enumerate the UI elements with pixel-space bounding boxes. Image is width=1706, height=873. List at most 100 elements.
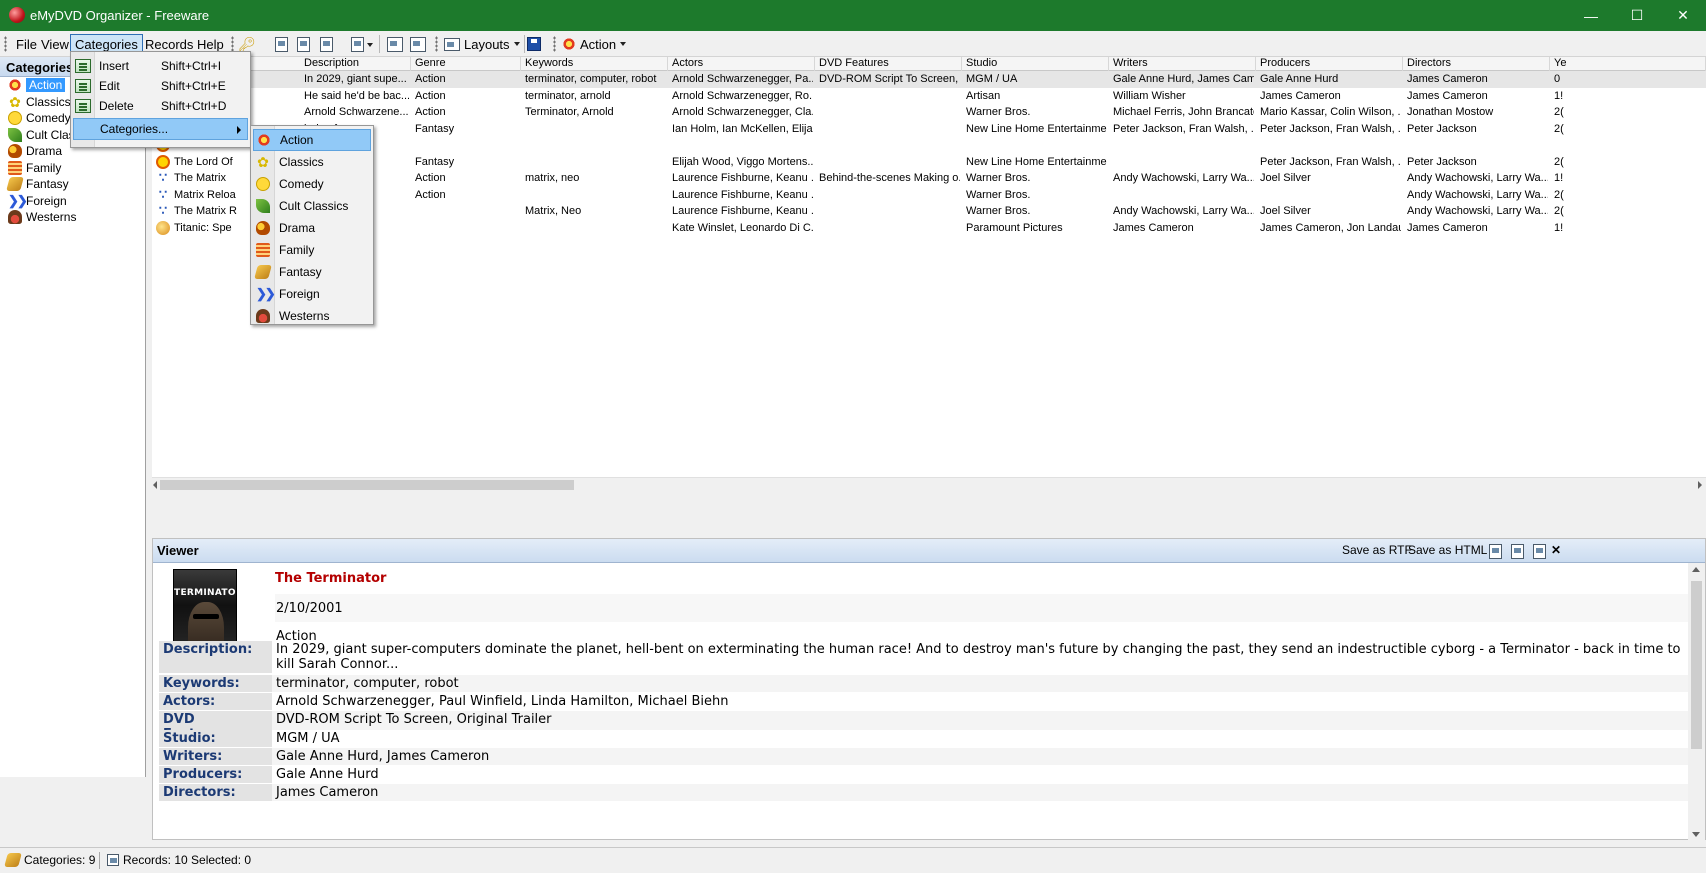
smile-icon: [256, 177, 270, 191]
column-header-producers[interactable]: Producers: [1256, 57, 1403, 71]
save-rtf-button[interactable]: Save as RTF: [1342, 543, 1412, 557]
maximize-button[interactable]: ☐: [1614, 0, 1660, 31]
save-icon[interactable]: [524, 34, 544, 54]
scroll-up-icon[interactable]: [1692, 567, 1700, 572]
submenu-item-fantasy[interactable]: Fantasy: [253, 261, 371, 283]
close-icon[interactable]: ✕: [1551, 543, 1561, 557]
print-preview-icon[interactable]: [1511, 544, 1525, 559]
cell-genre: Action: [415, 188, 446, 201]
column-header-studio[interactable]: Studio: [962, 57, 1109, 71]
menu-item-edit[interactable]: Edit Shift+Ctrl+E: [73, 75, 248, 97]
table-row[interactable]: ∵Matrix Reloaorpheus. Tri...ActionLauren…: [152, 187, 1706, 204]
scroll-down-icon[interactable]: [1692, 832, 1700, 837]
foreign-icon: ❯❯: [8, 192, 28, 208]
cell-keywords: terminator, arnold: [525, 89, 611, 102]
menu-item-delete[interactable]: Delete Shift+Ctrl+D: [73, 95, 248, 117]
menu-item-categories[interactable]: Categories...: [73, 118, 248, 140]
submenu-item-comedy[interactable]: Comedy: [253, 173, 371, 195]
scroll-thumb[interactable]: [160, 480, 574, 490]
cell-year: 0: [1554, 73, 1561, 85]
sidebar-item-family[interactable]: Family: [0, 160, 145, 177]
table-row[interactable]: The Lord Ofbattle for ...FantasyElijah W…: [152, 154, 1706, 171]
sidebar-item-label: Comedy: [26, 111, 71, 126]
submenu-item-icon: ❯❯: [253, 287, 276, 301]
submenu-item-family[interactable]: Family: [253, 239, 371, 261]
column-header-description[interactable]: Description: [300, 57, 411, 71]
submenu-item-classics[interactable]: ✿ Classics: [253, 151, 371, 173]
menu-item-insert[interactable]: Insert Shift+Ctrl+I: [73, 55, 248, 77]
horizontal-scrollbar[interactable]: [152, 477, 1706, 491]
table-row[interactable]: The Lord Of: [152, 137, 1706, 154]
submenu-item-westerns[interactable]: Westerns: [253, 305, 371, 327]
submenu-item-cult-classics[interactable]: Cult Classics: [253, 195, 371, 217]
toolbar-grip[interactable]: [553, 36, 556, 52]
table-row[interactable]: torIn 2029, giant supe...Actionterminato…: [152, 71, 1706, 88]
sidebar-item-westerns[interactable]: Westerns: [0, 209, 145, 226]
column-header-actors[interactable]: Actors: [668, 57, 815, 71]
field-label: Producers:: [159, 766, 272, 783]
column-header-dvd-features[interactable]: DVD Features: [815, 57, 962, 71]
table-row[interactable]: 3: Rise Of Th...Arnold Schwarzene...Acti…: [152, 104, 1706, 121]
copy-icon[interactable]: [1533, 544, 1547, 559]
print-icon[interactable]: [1489, 544, 1503, 559]
submenu-item-icon: [254, 133, 274, 147]
cell-directors: James Cameron: [1407, 89, 1488, 102]
sidebar-item-fantasy[interactable]: Fantasy: [0, 176, 145, 193]
submenu-item-label: Comedy: [279, 177, 324, 191]
cell-genre: Action: [415, 106, 446, 118]
field-value: terminator, computer, robot: [272, 675, 1689, 692]
scroll-right-icon[interactable]: [1698, 481, 1702, 489]
sort-descending-icon[interactable]: [408, 34, 428, 54]
record-paste-icon[interactable]: [316, 34, 336, 54]
toolbar-grip[interactable]: [4, 36, 7, 52]
chevron-down-icon[interactable]: [367, 43, 373, 47]
submenu-item-action[interactable]: Action: [253, 129, 371, 151]
table-row[interactable]: ∵The Matrix Rnity. Morph...Matrix, NeoLa…: [152, 203, 1706, 220]
status-categories-text: Categories: 9: [24, 853, 96, 867]
record-copy-icon[interactable]: [293, 34, 313, 54]
sidebar-item-foreign[interactable]: ❯❯ Foreign: [0, 193, 145, 210]
submenu-item-label: Action: [280, 133, 314, 147]
status-bar: Categories: 9 Records: 10 Selected: 0: [0, 847, 1706, 873]
column-header-writers[interactable]: Writers: [1109, 57, 1256, 71]
cell-features: [817, 220, 960, 237]
action-dropdown[interactable]: Action: [559, 34, 629, 54]
submenu-item-icon: ✿: [253, 155, 273, 169]
layouts-dropdown[interactable]: Layouts: [441, 34, 523, 54]
minimize-button[interactable]: —: [1568, 0, 1614, 31]
cell-writers: Andy Wachowski, Larry Wa...: [1113, 205, 1254, 217]
cell-keywords: Matrix, Neo: [525, 205, 582, 217]
vertical-scrollbar[interactable]: [1688, 563, 1705, 841]
cell-actors: Kate Winslet, Leonardo Di C...: [672, 221, 813, 234]
record-dropdown-icon[interactable]: [347, 34, 367, 54]
window-title: eMyDVD Organizer - Freeware: [30, 8, 210, 23]
table-row[interactable]: ∵The MatrixThat world i...Actionmatrix, …: [152, 170, 1706, 187]
toolbar-grip[interactable]: [435, 36, 438, 52]
column-header-keywords[interactable]: Keywords: [521, 57, 668, 71]
cell-genre: [413, 220, 519, 237]
cell-keywords: [523, 187, 666, 204]
sort-ascending-icon[interactable]: [385, 34, 405, 54]
table-row[interactable]: Titanic: Speo DiCaprio ...Kate Winslet, …: [152, 220, 1706, 237]
column-header-genre[interactable]: Genre: [411, 57, 521, 71]
submenu-item-foreign[interactable]: ❯❯ Foreign: [253, 283, 371, 305]
submenu-item-drama[interactable]: Drama: [253, 217, 371, 239]
menu-item-label: Categories...: [100, 122, 169, 136]
column-header-directors[interactable]: Directors: [1403, 57, 1550, 71]
scroll-thumb[interactable]: [1691, 581, 1702, 749]
table-row[interactable]: help of a c...FantasyIan Holm, Ian McKel…: [152, 121, 1706, 138]
scroll-left-icon[interactable]: [153, 481, 157, 489]
leaf-icon: [8, 127, 22, 142]
titanic-icon: [156, 220, 170, 235]
save-html-button[interactable]: Save as HTML: [1408, 543, 1487, 557]
cell-keywords: [523, 220, 666, 237]
record-first-icon[interactable]: [271, 34, 291, 54]
toolbar-grip[interactable]: [231, 36, 234, 52]
column-header-ye[interactable]: Ye: [1550, 57, 1706, 71]
menu-view[interactable]: View: [36, 34, 74, 54]
table-row[interactable]: 2: Judgment ...He said he'd be bac...Act…: [152, 88, 1706, 105]
close-button[interactable]: ✕: [1660, 0, 1706, 31]
masks-icon: [8, 144, 22, 159]
cell-actors: Laurence Fishburne, Keanu ...: [672, 188, 813, 201]
menu-toolbar: File View Categories Records Help 🔑︎ Lay…: [0, 31, 1706, 57]
